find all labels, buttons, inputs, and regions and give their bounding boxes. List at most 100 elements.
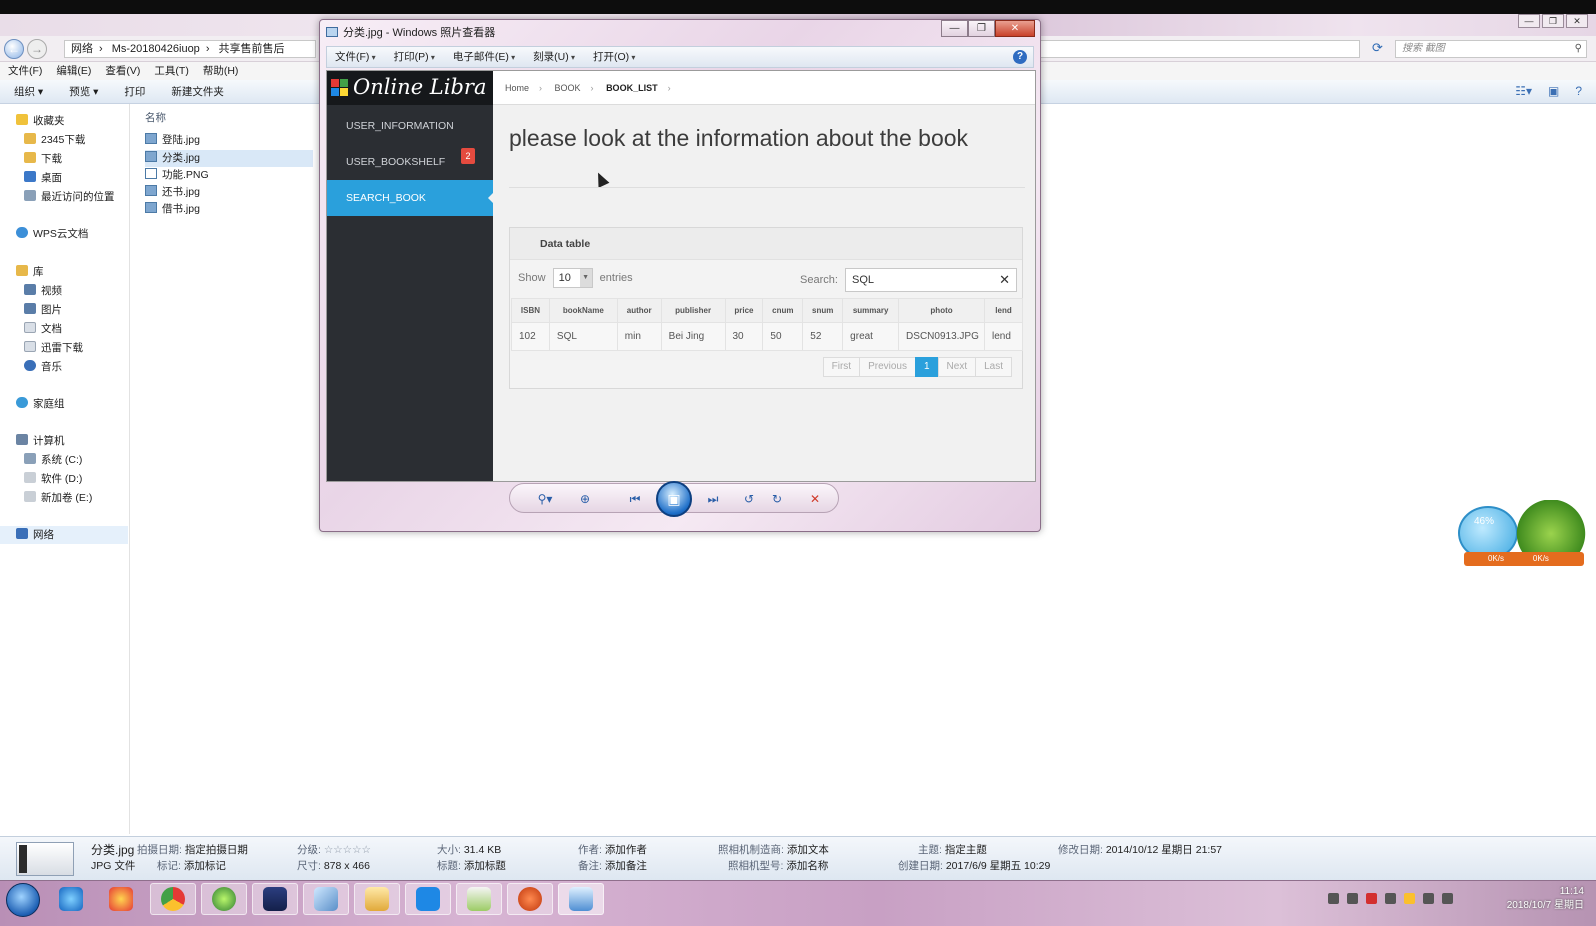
pager-previous[interactable]: Previous xyxy=(859,357,916,377)
menu-file[interactable]: 文件(F) xyxy=(8,62,42,80)
taskbar-ie[interactable] xyxy=(48,883,94,915)
nav-pictures[interactable]: 图片 xyxy=(24,301,62,319)
breadcrumb-home[interactable]: Home xyxy=(505,83,529,93)
breadcrumb-item[interactable]: 共享售前售后 xyxy=(219,43,285,55)
nav-network[interactable]: 网络 xyxy=(0,526,128,544)
viewer-menu-print[interactable]: 打印(P) xyxy=(394,47,435,67)
pager-first[interactable]: First xyxy=(822,357,861,377)
sidebar-item-user-information[interactable]: USER_INFORMATION xyxy=(327,108,493,144)
back-button[interactable]: ← xyxy=(4,39,24,59)
maximize-button[interactable]: ❐ xyxy=(968,20,995,37)
nav-thunder-downloads[interactable]: 迅雷下载 xyxy=(24,339,83,357)
menu-tools[interactable]: 工具(T) xyxy=(154,62,188,80)
slideshow-icon[interactable]: ▣ xyxy=(656,481,692,517)
taskbar-explorer[interactable] xyxy=(354,883,400,915)
preview-pane-icon[interactable]: ▣ xyxy=(1548,84,1559,98)
close-button[interactable]: ✕ xyxy=(1566,14,1588,28)
close-button[interactable]: ✕ xyxy=(995,20,1035,37)
nav-drive-e[interactable]: 新加卷 (E:) xyxy=(24,489,92,507)
nav-downloads[interactable]: 下载 xyxy=(24,150,62,168)
maximize-button[interactable]: ❐ xyxy=(1542,14,1564,28)
nav-libraries[interactable]: 库 xyxy=(16,263,44,281)
help-icon[interactable]: ? xyxy=(1013,50,1027,64)
nav-music[interactable]: 音乐 xyxy=(24,358,62,376)
view-options-icon[interactable]: ☷▾ xyxy=(1515,84,1532,98)
taskbar-app-4[interactable] xyxy=(201,883,247,915)
sidebar-item-search-book[interactable]: SEARCH_BOOK xyxy=(327,180,494,216)
nav-videos[interactable]: 视频 xyxy=(24,282,62,300)
sidebar-item-user-bookshelf[interactable]: USER_BOOKSHELF 2 xyxy=(327,144,493,180)
column-header-name[interactable]: 名称 xyxy=(145,110,166,125)
nav-wps-cloud[interactable]: WPS云文档 xyxy=(16,225,88,243)
lend-link[interactable]: lend xyxy=(984,322,1023,351)
column-header[interactable]: ISBN xyxy=(511,298,550,323)
list-item[interactable]: 借书.jpg xyxy=(145,201,313,218)
taskbar-chrome[interactable] xyxy=(150,883,196,915)
minimize-button[interactable]: — xyxy=(941,20,968,37)
column-header[interactable]: summary xyxy=(842,298,900,323)
clock[interactable]: 11:14 2018/10/7 星期日 xyxy=(1484,885,1584,913)
print-button[interactable]: 打印 xyxy=(124,84,145,99)
tray-icon[interactable] xyxy=(1404,893,1415,904)
nav-desktop[interactable]: 桌面 xyxy=(24,169,62,187)
network-tray-icon[interactable] xyxy=(1423,893,1434,904)
clear-icon[interactable]: ✕ xyxy=(999,269,1010,291)
tray-icon[interactable] xyxy=(1328,893,1339,904)
breadcrumb[interactable]: 网络 › Ms-20180426iuop › 共享售前售后 xyxy=(64,40,316,58)
start-button[interactable] xyxy=(6,883,40,917)
volume-icon[interactable] xyxy=(1442,893,1453,904)
search-input[interactable]: 搜索 截图 ⚲ xyxy=(1395,40,1587,58)
list-item[interactable]: 分类.jpg xyxy=(145,150,313,167)
forward-button[interactable]: → xyxy=(27,39,47,59)
breadcrumb-item[interactable]: Ms-20180426iuop xyxy=(112,43,200,55)
menu-help[interactable]: 帮助(H) xyxy=(203,62,239,80)
taskbar-app-2[interactable] xyxy=(98,883,144,915)
column-header[interactable]: bookName xyxy=(548,298,618,323)
viewer-menu-open[interactable]: 打开(O) xyxy=(593,47,635,67)
tray-icon[interactable] xyxy=(1366,893,1377,904)
column-header[interactable]: photo xyxy=(898,298,986,323)
list-item[interactable]: 登陆.jpg xyxy=(145,132,313,149)
taskbar-photo-viewer[interactable] xyxy=(558,883,604,915)
menu-view[interactable]: 查看(V) xyxy=(105,62,140,80)
list-item[interactable]: 还书.jpg xyxy=(145,184,313,201)
nav-favorites[interactable]: 收藏夹 xyxy=(16,112,65,130)
column-header[interactable]: snum xyxy=(802,298,844,323)
rotate-clockwise-icon[interactable]: ↻ xyxy=(768,490,786,508)
search-input[interactable]: SQL ✕ xyxy=(844,268,1017,292)
nav-drive-c[interactable]: 系统 (C:) xyxy=(24,451,82,469)
tray-icon[interactable] xyxy=(1347,893,1358,904)
rating-stars[interactable]: ☆☆☆☆☆ xyxy=(324,844,371,856)
previous-icon[interactable]: ⏮ xyxy=(622,490,648,508)
taskbar-app-5[interactable] xyxy=(252,883,298,915)
nav-homegroup[interactable]: 家庭组 xyxy=(16,395,65,413)
taskbar-app-6[interactable] xyxy=(303,883,349,915)
next-icon[interactable]: ⏭ xyxy=(700,490,726,508)
taskbar-app-10[interactable] xyxy=(507,883,553,915)
minimize-button[interactable]: — xyxy=(1518,14,1540,28)
viewer-menu-email[interactable]: 电子邮件(E) xyxy=(453,47,515,67)
tray-icon[interactable] xyxy=(1385,893,1396,904)
actual-size-icon[interactable]: ⊕ xyxy=(576,490,594,508)
taskbar-app-9[interactable] xyxy=(456,883,502,915)
column-header[interactable]: price xyxy=(724,298,764,323)
viewer-menu-burn[interactable]: 刻录(U) xyxy=(533,47,575,67)
nav-drive-d[interactable]: 软件 (D:) xyxy=(24,470,82,488)
nav-2345-downloads[interactable]: 2345下载 xyxy=(24,131,85,149)
viewer-menu-file[interactable]: 文件(F) xyxy=(335,47,376,67)
pager-last[interactable]: Last xyxy=(975,357,1012,377)
column-header[interactable]: author xyxy=(616,298,662,323)
rotate-counterclockwise-icon[interactable]: ↺ xyxy=(740,490,758,508)
list-item[interactable]: 功能.PNG xyxy=(145,167,313,184)
breadcrumb-item[interactable]: 网络 xyxy=(71,43,93,55)
search-icon[interactable]: ⚲ xyxy=(1575,41,1582,57)
zoom-icon[interactable]: ⚲▾ xyxy=(532,490,558,508)
refresh-icon[interactable]: ⟳ xyxy=(1372,40,1383,56)
column-header[interactable]: publisher xyxy=(660,298,726,323)
nav-recent-places[interactable]: 最近访问的位置 xyxy=(24,188,115,206)
new-folder-button[interactable]: 新建文件夹 xyxy=(171,84,224,99)
preview-button[interactable]: 预览 ▾ xyxy=(69,84,98,99)
entries-select[interactable]: 10 ▼ xyxy=(552,268,593,288)
help-icon[interactable]: ? xyxy=(1575,84,1582,98)
nav-documents[interactable]: 文档 xyxy=(24,320,62,338)
